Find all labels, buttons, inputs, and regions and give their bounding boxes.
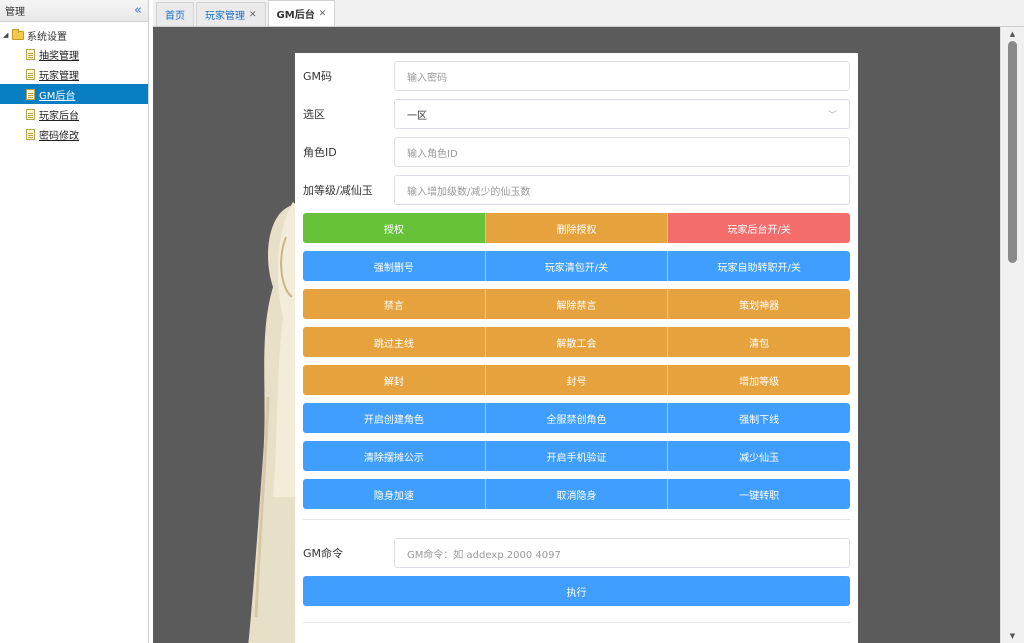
action-button[interactable]: 跳过主线 xyxy=(303,327,486,357)
action-button[interactable]: 清除摆摊公示 xyxy=(303,441,486,471)
zone-row: 选区 一区 ﹀ xyxy=(303,99,850,129)
folder-icon xyxy=(12,28,24,40)
gm-panel: GM码 输入密码 选区 一区 ﹀ 角色ID 输入角色ID 加等级/减仙玉 输入增… xyxy=(295,53,858,643)
sidebar-item-label: 玩家后台 xyxy=(39,110,79,122)
button-row: 开启创建角色 全服禁创角色 强制下线 xyxy=(303,403,850,433)
action-button[interactable]: 授权 xyxy=(303,213,486,243)
action-button[interactable]: 玩家自助转职开/关 xyxy=(668,251,850,281)
button-row: 授权 删除授权 玩家后台开/关 xyxy=(303,213,850,243)
action-buttons: 授权 删除授权 玩家后台开/关 强制删号 玩家清包开/关 玩家自助转职开/关 禁言 解除禁言策… xyxy=(303,213,850,509)
button-row: 解封 封号 增加等级 xyxy=(303,365,850,395)
action-button[interactable]: 策划神器 xyxy=(668,289,850,319)
action-button[interactable]: 全服禁创角色 xyxy=(485,403,669,433)
sidebar-item-label: GM后台 xyxy=(39,90,76,102)
zone-label: 选区 xyxy=(303,108,325,121)
action-button[interactable]: 强制删号 xyxy=(303,251,486,281)
gm-code-input[interactable]: 输入密码 xyxy=(394,61,850,91)
content-area: GM码 输入密码 选区 一区 ﹀ 角色ID 输入角色ID 加等级/减仙玉 输入增… xyxy=(153,27,1000,643)
action-button[interactable]: 玩家清包开/关 xyxy=(485,251,669,281)
action-button[interactable]: 清包 xyxy=(668,327,850,357)
sidebar-item-player-backend[interactable]: 玩家后台 xyxy=(0,104,148,124)
close-tab-icon[interactable]: ✕ xyxy=(249,10,257,20)
divider xyxy=(303,622,850,623)
document-icon xyxy=(26,68,35,80)
action-button[interactable]: 强制下线 xyxy=(668,403,850,433)
tab-label: 首页 xyxy=(165,11,185,22)
action-button[interactable]: 禁言 xyxy=(303,289,486,319)
tab-home[interactable]: 首页 xyxy=(156,2,194,26)
sidebar-item-players[interactable]: 玩家管理 xyxy=(0,64,148,84)
sidebar-header: 管理 « xyxy=(0,0,148,22)
action-button[interactable]: 删除授权 xyxy=(485,213,669,243)
action-button[interactable]: 开启创建角色 xyxy=(303,403,486,433)
scroll-down-icon[interactable]: ▼ xyxy=(1001,629,1024,643)
button-row: 清除摆摊公示 开启手机验证 减少仙玉 xyxy=(303,441,850,471)
sidebar-item-label: 密码修改 xyxy=(39,130,79,142)
action-button[interactable]: 隐身加速 xyxy=(303,479,486,509)
sidebar-item-lottery[interactable]: 抽奖管理 xyxy=(0,44,148,64)
role-id-input[interactable]: 输入角色ID xyxy=(394,137,850,167)
gm-code-label: GM码 xyxy=(303,70,333,83)
zone-selected-value: 一区 xyxy=(407,110,427,122)
document-icon xyxy=(26,108,35,120)
command-input[interactable]: GM命令：如 addexp 2000 4097 xyxy=(394,538,850,568)
action-button[interactable]: 取消隐身 xyxy=(485,479,669,509)
button-row: 跳过主线 解散工会 清包 xyxy=(303,327,850,357)
nav-tree: ◢ 系统设置 抽奖管理 玩家管理 GM后台 玩家后台 密码修改 xyxy=(0,22,148,144)
tab-player-management[interactable]: 玩家管理 ✕ xyxy=(196,2,266,26)
document-icon xyxy=(26,128,35,140)
sidebar-item-label: 抽奖管理 xyxy=(39,50,79,62)
tab-label: 玩家管理 xyxy=(205,11,245,22)
action-button[interactable]: 封号 xyxy=(485,365,669,395)
expand-triangle-icon[interactable]: ◢ xyxy=(3,31,12,39)
level-label: 加等级/减仙玉 xyxy=(303,184,373,197)
gm-code-row: GM码 输入密码 xyxy=(303,61,850,91)
sidebar-item-gm-backend[interactable]: GM后台 xyxy=(0,84,148,104)
action-button[interactable]: 解封 xyxy=(303,365,486,395)
command-row: GM命令 GM命令：如 addexp 2000 4097 xyxy=(303,538,850,568)
divider xyxy=(303,519,850,520)
scrollbar-thumb[interactable] xyxy=(1008,41,1017,263)
role-id-row: 角色ID 输入角色ID xyxy=(303,137,850,167)
tab-bar: 首页 玩家管理 ✕ GM后台 ✕ xyxy=(153,0,1024,27)
vertical-scrollbar[interactable]: ▲ ▼ xyxy=(1000,27,1024,643)
sidebar-title: 管理 xyxy=(5,7,25,18)
action-button[interactable]: 玩家后台开/关 xyxy=(668,213,850,243)
action-button[interactable]: 解散工会 xyxy=(485,327,669,357)
button-row: 强制删号 玩家清包开/关 玩家自助转职开/关 xyxy=(303,251,850,281)
scroll-up-icon[interactable]: ▲ xyxy=(1001,27,1024,41)
document-icon xyxy=(26,88,35,100)
tree-root-system-settings[interactable]: ◢ 系统设置 xyxy=(0,26,148,44)
document-icon xyxy=(26,48,35,60)
execute-button[interactable]: 执行 xyxy=(303,576,850,606)
sidebar: 管理 « ◢ 系统设置 抽奖管理 玩家管理 GM后台 玩家后台 密码修改 xyxy=(0,0,149,643)
role-id-label: 角色ID xyxy=(303,146,337,159)
app-root: 管理 « ◢ 系统设置 抽奖管理 玩家管理 GM后台 玩家后台 密码修改 首页 … xyxy=(0,0,1024,643)
sidebar-item-password[interactable]: 密码修改 xyxy=(0,124,148,144)
level-row: 加等级/减仙玉 输入增加级数/减少的仙玉数 xyxy=(303,175,850,205)
collapse-sidebar-icon[interactable]: « xyxy=(134,4,142,17)
command-label: GM命令 xyxy=(303,547,344,560)
level-input[interactable]: 输入增加级数/减少的仙玉数 xyxy=(394,175,850,205)
tab-label: GM后台 xyxy=(276,10,315,21)
button-row: 禁言 解除禁言 策划神器 xyxy=(303,289,850,319)
tree-root-label: 系统设置 xyxy=(27,31,67,43)
close-tab-icon[interactable]: ✕ xyxy=(319,9,327,19)
zone-select[interactable]: 一区 ﹀ xyxy=(394,99,850,129)
button-row: 隐身加速 取消隐身 一键转职 xyxy=(303,479,850,509)
action-button[interactable]: 解除禁言 xyxy=(485,289,669,319)
tab-gm-backend[interactable]: GM后台 ✕ xyxy=(267,0,336,26)
action-button[interactable]: 一键转职 xyxy=(668,479,850,509)
action-button[interactable]: 增加等级 xyxy=(668,365,850,395)
action-button[interactable]: 开启手机验证 xyxy=(485,441,669,471)
action-button[interactable]: 减少仙玉 xyxy=(668,441,850,471)
sidebar-item-label: 玩家管理 xyxy=(39,70,79,82)
chevron-down-icon: ﹀ xyxy=(827,110,837,121)
